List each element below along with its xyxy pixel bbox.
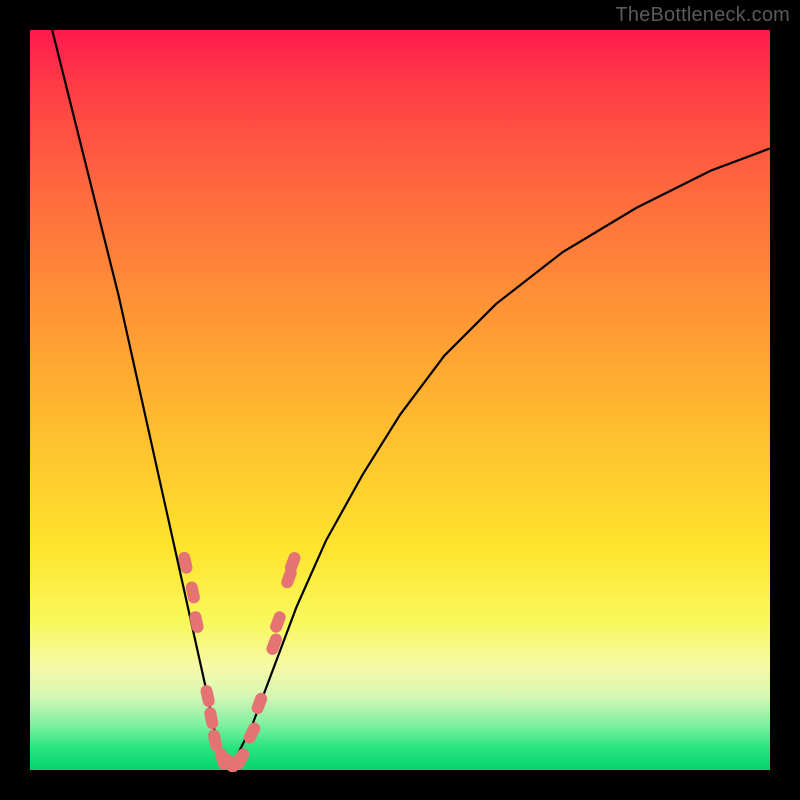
- watermark-text: TheBottleneck.com: [615, 4, 790, 27]
- bottleneck-curve: [52, 30, 770, 763]
- curve-marker: [188, 610, 204, 634]
- curve-marker: [199, 684, 215, 708]
- curve-marker: [250, 691, 269, 716]
- chart-frame: TheBottleneck.com: [0, 0, 800, 800]
- curve-marker: [203, 706, 219, 730]
- curve-layer: [30, 30, 770, 770]
- curve-marker: [265, 632, 284, 657]
- marker-cluster: [177, 550, 302, 774]
- curve-marker: [268, 610, 287, 635]
- plot-area: [30, 30, 770, 770]
